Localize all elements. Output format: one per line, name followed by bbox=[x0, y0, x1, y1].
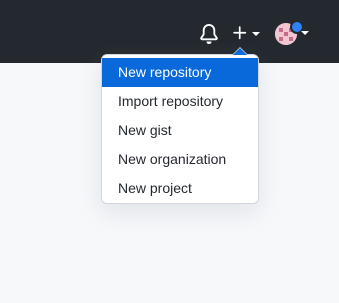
chevron-down-icon bbox=[301, 31, 309, 35]
plus-icon bbox=[233, 26, 247, 40]
menu-item-new-organization[interactable]: New organization bbox=[102, 145, 258, 174]
menu-item-new-gist[interactable]: New gist bbox=[102, 116, 258, 145]
create-new-dropdown: New repository Import repository New gis… bbox=[101, 47, 259, 204]
menu-item-import-repository[interactable]: Import repository bbox=[102, 87, 258, 116]
chevron-down-icon bbox=[252, 32, 260, 36]
create-new-button[interactable] bbox=[231, 22, 263, 46]
menu-item-new-repository[interactable]: New repository bbox=[102, 58, 258, 87]
dropdown-pointer bbox=[232, 47, 248, 55]
menu-item-new-project[interactable]: New project bbox=[102, 174, 258, 203]
bell-icon[interactable] bbox=[199, 24, 219, 44]
profile-menu-button[interactable] bbox=[275, 20, 311, 48]
